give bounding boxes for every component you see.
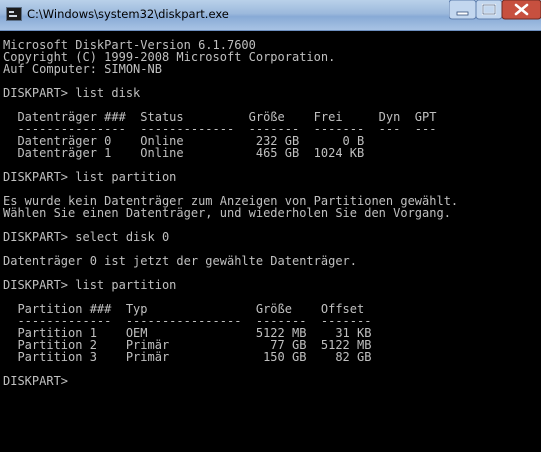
console-line: DISKPART> list partition [3,278,177,292]
console-line: Datenträger 0 ist jetzt der gewählte Dat… [3,254,358,268]
window-controls [449,0,541,20]
command-prompt[interactable]: DISKPART> [3,375,541,387]
console-line: Wählen Sie einen Datenträger, und wieder… [3,206,451,220]
console-line: DISKPART> list disk [3,86,141,100]
console-line: DISKPART> list partition [3,170,177,184]
console-line: DISKPART> select disk 0 [3,230,170,244]
console-line: Auf Computer: SIMON-NB [3,62,162,76]
minimize-icon [456,11,469,16]
window-title: C:\Windows\system32\diskpart.exe [27,7,229,21]
console-line: Datenträger 1 Online 465 GB 1024 KB [3,146,365,160]
close-button[interactable] [501,0,541,20]
title-bar[interactable]: C:\Windows\system32\diskpart.exe [0,0,541,31]
minimize-button[interactable] [449,0,477,20]
console-app-icon [6,7,22,21]
console-line: Partition 3 Primär 150 GB 82 GB [3,350,372,364]
maximize-button[interactable] [475,0,503,20]
console-window: C:\Windows\system32\diskpart.exe Microso… [0,0,541,452]
console-output[interactable]: Microsoft DiskPart-Version 6.1.7600 Copy… [0,31,541,452]
